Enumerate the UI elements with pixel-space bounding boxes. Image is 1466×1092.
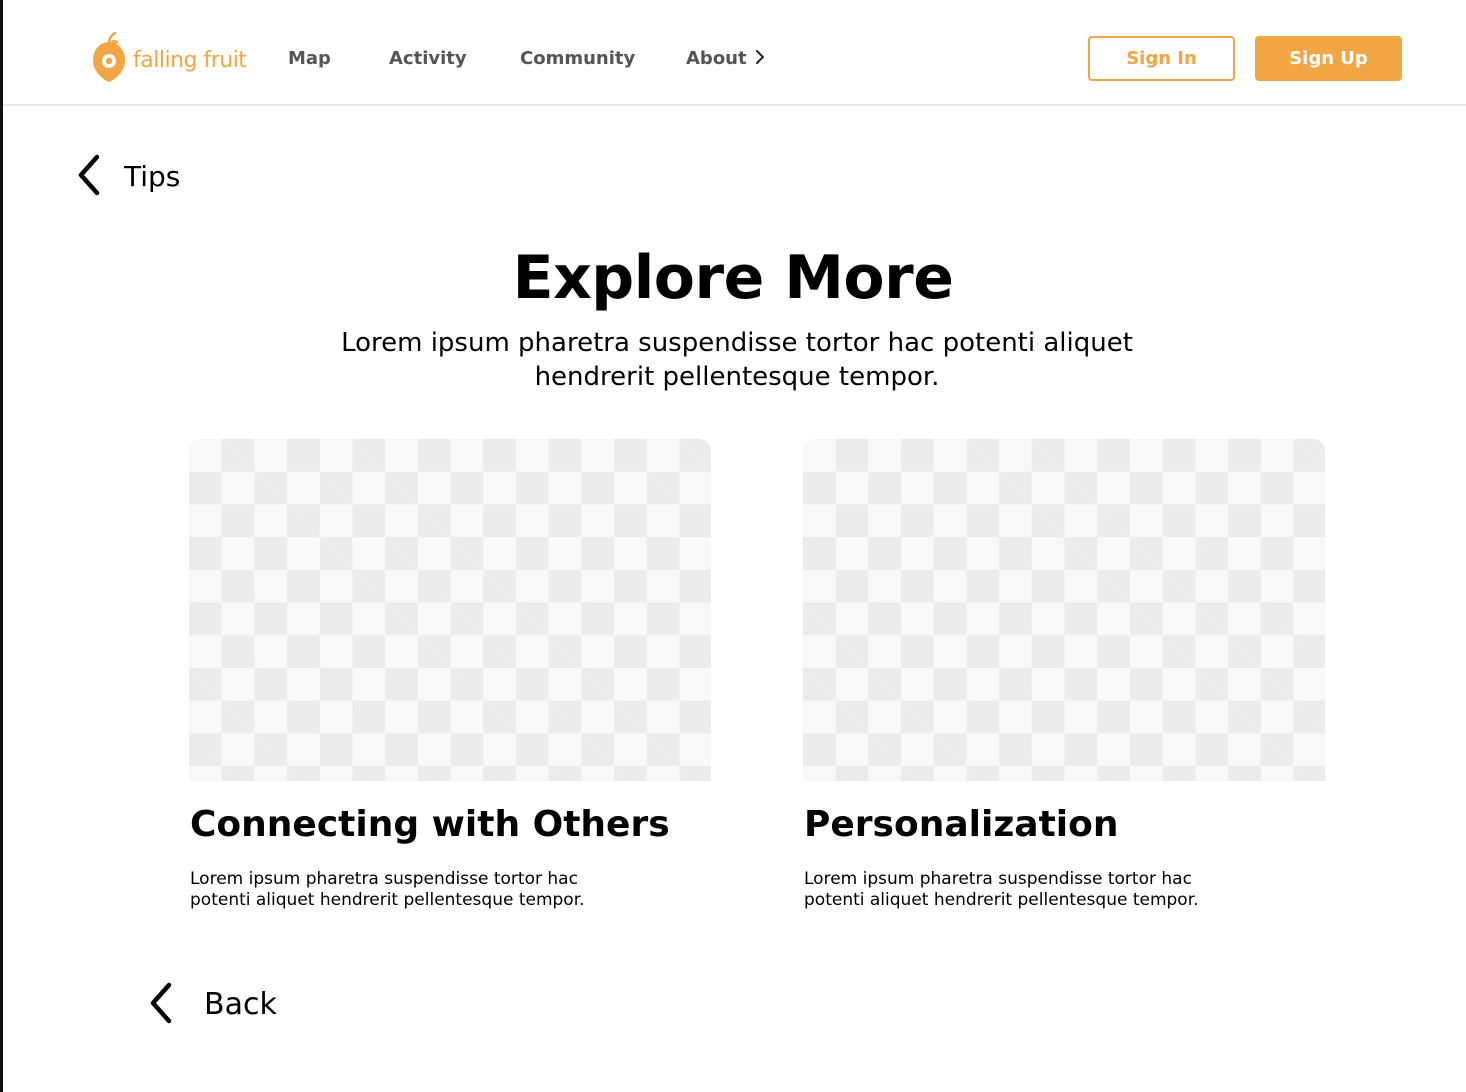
- page-subtitle: Lorem ipsum pharetra suspendisse tortor …: [341, 328, 1133, 392]
- page-title: Explore More: [512, 243, 954, 313]
- card-image-placeholder: [189, 439, 711, 781]
- sign-up-button[interactable]: Sign Up: [1255, 36, 1402, 81]
- top-navbar: falling fruit Map Activity Community Abo…: [3, 0, 1466, 106]
- breadcrumb-back-tips[interactable]: Tips: [76, 154, 180, 200]
- nav-map[interactable]: Map: [288, 48, 331, 70]
- sign-in-button[interactable]: Sign In: [1088, 36, 1235, 81]
- card-image-placeholder: [803, 439, 1325, 781]
- card-description: Lorem ipsum pharetra suspendisse tortor …: [190, 869, 585, 910]
- chevron-left-icon: [148, 982, 174, 1028]
- nav-about[interactable]: About: [686, 48, 765, 70]
- card-title: Connecting with Others: [190, 804, 670, 845]
- card-description: Lorem ipsum pharetra suspendisse tortor …: [804, 869, 1199, 910]
- nav-activity[interactable]: Activity: [389, 48, 467, 70]
- nav-community[interactable]: Community: [520, 48, 635, 70]
- card-personalization[interactable]: Personalization Lorem ipsum pharetra sus…: [803, 439, 1325, 911]
- card-connecting-with-others[interactable]: Connecting with Others Lorem ipsum phare…: [189, 439, 711, 911]
- breadcrumb-label: Tips: [124, 160, 181, 193]
- nav-about-label: About: [686, 48, 747, 69]
- logo[interactable]: falling fruit: [91, 32, 247, 84]
- card-title: Personalization: [804, 804, 1119, 845]
- back-button[interactable]: Back: [148, 982, 277, 1028]
- logo-text: falling fruit: [133, 47, 247, 73]
- chevron-right-icon: [755, 49, 765, 69]
- chevron-left-icon: [76, 154, 102, 200]
- fruit-pin-icon: [91, 32, 127, 84]
- back-label: Back: [204, 987, 277, 1022]
- window-left-edge: [0, 0, 3, 1092]
